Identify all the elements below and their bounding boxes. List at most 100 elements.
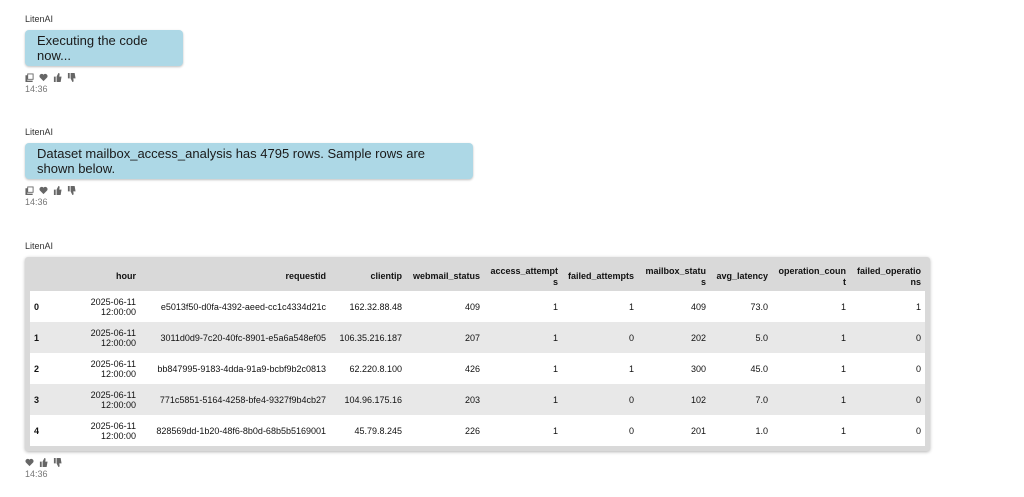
column-header: webmail_status [412, 271, 480, 281]
timestamp: 14:36 [25, 469, 48, 479]
thumbs-down-icon[interactable] [67, 185, 76, 195]
table-cell: 1 [850, 291, 925, 322]
table-cell: 1 [484, 415, 562, 446]
table-cell: 2025-06-11 12:00:00 [68, 384, 140, 415]
table-cell: 1 [484, 384, 562, 415]
table-cell: 104.96.175.16 [330, 384, 406, 415]
table-cell: 1.0 [710, 415, 772, 446]
thumbs-up-icon[interactable] [53, 185, 62, 195]
table-cell: 1 [772, 415, 850, 446]
sender-name: LitenAI [25, 14, 54, 24]
table-header-row: hour requestid clientip webmail_status acces… [30, 262, 925, 291]
column-header [30, 262, 68, 291]
table-cell: e5013f50-d0fa-4392-aeed-cc1c4334d21c [140, 291, 330, 322]
table-row: 1 2025-06-11 12:00:00 3011d0d9-7c20-40fc-8… [30, 322, 925, 353]
table-cell: 0 [562, 415, 638, 446]
table-cell: 2025-06-11 12:00:00 [68, 415, 140, 446]
column-header: access_attempts [490, 265, 558, 287]
table-cell: 409 [406, 291, 484, 322]
column-header: clientip [370, 271, 402, 281]
table-cell: 0 [850, 322, 925, 353]
message-actions [25, 185, 473, 195]
column-header: avg_latency [716, 271, 768, 281]
table-cell: 201 [638, 415, 710, 446]
table-cell: 162.32.88.48 [330, 291, 406, 322]
table-cell: 1 [484, 353, 562, 384]
message-actions [25, 72, 183, 82]
table-cell: 1 [772, 322, 850, 353]
thumbs-up-icon[interactable] [53, 72, 62, 82]
row-index: 1 [30, 322, 68, 353]
table-cell: 1 [484, 291, 562, 322]
table-cell: 1 [562, 353, 638, 384]
table-cell: 426 [406, 353, 484, 384]
table-row: 2 2025-06-11 12:00:00 bb847995-9183-4dda-9… [30, 353, 925, 384]
table-row: 3 2025-06-11 12:00:00 771c5851-5164-4258-b… [30, 384, 925, 415]
thumbs-down-icon[interactable] [67, 72, 76, 82]
table-cell: 202 [638, 322, 710, 353]
table-cell: 1 [562, 291, 638, 322]
table-cell: 1 [484, 322, 562, 353]
table-cell: 5.0 [710, 322, 772, 353]
row-index: 4 [30, 415, 68, 446]
copy-icon[interactable] [25, 185, 34, 195]
message-bubble: Executing the code now... [25, 30, 183, 66]
timestamp: 14:36 [25, 84, 48, 94]
table-cell: 73.0 [710, 291, 772, 322]
table-cell: 0 [562, 384, 638, 415]
table-cell: 7.0 [710, 384, 772, 415]
table-cell: 45.0 [710, 353, 772, 384]
table-cell: 3011d0d9-7c20-40fc-8901-e5a6a548ef05 [140, 322, 330, 353]
row-index: 2 [30, 353, 68, 384]
thumbs-up-icon[interactable] [39, 457, 48, 467]
message-2: LitenAI Dataset mailbox_access_analysis … [25, 127, 473, 207]
table-cell: 0 [562, 322, 638, 353]
data-table-container: hour requestid clientip webmail_status acces… [25, 257, 930, 451]
table-cell: 207 [406, 322, 484, 353]
table-cell: 1 [772, 291, 850, 322]
table-cell: 409 [638, 291, 710, 322]
heart-icon[interactable] [25, 458, 34, 467]
sender-name: LitenAI [25, 241, 54, 251]
message-text: Dataset mailbox_access_analysis has 4795… [37, 146, 426, 176]
table-row: 0 2025-06-11 12:00:00 e5013f50-d0fa-4392-a… [30, 291, 925, 322]
timestamp: 14:36 [25, 197, 48, 207]
column-header: hour [116, 271, 136, 281]
table-cell: bb847995-9183-4dda-91a9-bcbf9b2c0813 [140, 353, 330, 384]
message-bubble: Dataset mailbox_access_analysis has 4795… [25, 143, 473, 179]
copy-icon[interactable] [25, 72, 34, 82]
table-cell: 0 [850, 353, 925, 384]
table-cell: 1 [772, 384, 850, 415]
row-index: 3 [30, 384, 68, 415]
heart-icon[interactable] [39, 186, 48, 195]
column-header: failed_attempts [567, 271, 634, 281]
table-row: 4 2025-06-11 12:00:00 828569dd-1b20-48f6-8… [30, 415, 925, 446]
message-3: LitenAI hour requestid clientip webmail_sta… [25, 241, 930, 479]
row-index: 0 [30, 291, 68, 322]
table-cell: 828569dd-1b20-48f6-8b0d-68b5b5169001 [140, 415, 330, 446]
message-1: LitenAI Executing the code now... 14:36 [25, 14, 183, 94]
message-actions [25, 457, 930, 467]
message-text: Executing the code now... [37, 33, 148, 63]
table-cell: 2025-06-11 12:00:00 [68, 322, 140, 353]
table-cell: 203 [406, 384, 484, 415]
table-cell: 0 [850, 415, 925, 446]
table-cell: 1 [772, 353, 850, 384]
table-cell: 102 [638, 384, 710, 415]
table-cell: 62.220.8.100 [330, 353, 406, 384]
data-table: hour requestid clientip webmail_status acces… [30, 262, 925, 446]
table-cell: 0 [850, 384, 925, 415]
column-header: mailbox_status [645, 265, 706, 287]
thumbs-down-icon[interactable] [53, 457, 62, 467]
column-header: requestid [285, 271, 326, 281]
table-cell: 106.35.216.187 [330, 322, 406, 353]
column-header: operation_count [778, 265, 846, 287]
column-header: failed_operations [856, 265, 921, 287]
heart-icon[interactable] [39, 73, 48, 82]
table-cell: 226 [406, 415, 484, 446]
sender-name: LitenAI [25, 127, 54, 137]
table-cell: 2025-06-11 12:00:00 [68, 291, 140, 322]
table-cell: 2025-06-11 12:00:00 [68, 353, 140, 384]
table-cell: 771c5851-5164-4258-bfe4-9327f9b4cb27 [140, 384, 330, 415]
table-cell: 45.79.8.245 [330, 415, 406, 446]
